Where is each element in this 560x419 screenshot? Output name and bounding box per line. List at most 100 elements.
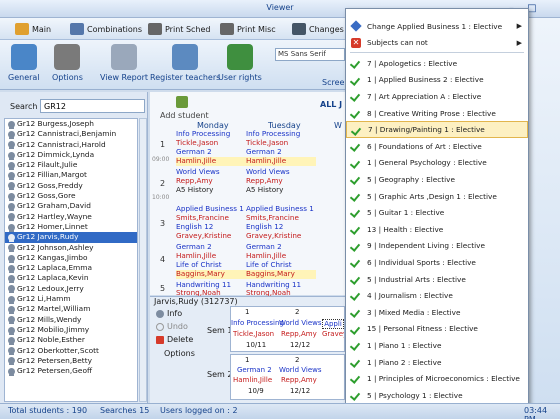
sem2-col: 1 [245,356,250,364]
tt-course[interactable]: Applied Business 1 [176,205,246,214]
menu-main[interactable]: Main [15,22,51,36]
alternative-course-item[interactable]: 6 | Individual Sports : Elective [346,254,528,271]
alternative-course-item[interactable]: 15 | Personal Fitness : Elective [346,321,528,338]
student-list-item[interactable]: Gr12 Cannistraci,Benjamin [5,129,137,139]
delete-icon [156,335,164,344]
student-list-item[interactable]: Gr12 Filault,Julie [5,160,137,170]
alternative-course-item[interactable]: 1 | Applied Business 2 : Elective [346,72,528,89]
student-list-item[interactable]: Gr12 Kangas,Jimbo [5,253,137,263]
alternative-course-item[interactable]: 5 | Psychology 1 : Elective [346,387,528,404]
alternative-course-item[interactable]: 7 | Art Appreciation A : Elective [346,88,528,105]
menu-changes[interactable]: Changes [292,22,344,36]
options-button[interactable]: Options [164,349,195,358]
subjects-can-not-menu-item[interactable]: ✕ Subjects can not ▶ [346,35,528,52]
check-icon [351,58,361,68]
check-icon [351,207,361,217]
student-list-item[interactable]: Gr12 Ledoux,Jerry [5,284,137,294]
ribbon-options-button[interactable]: Options [52,44,83,82]
sem2-col: 2 [295,356,300,364]
sem1-course[interactable]: World Views [279,319,322,327]
student-list-item[interactable]: Gr12 Dimmick,Lynda [5,150,137,160]
student-list-item[interactable]: Gr12 Li,Hamm [5,294,137,304]
tt-course[interactable]: Life of Christ [246,261,316,270]
search-input[interactable] [40,99,145,113]
student-list-item[interactable]: Gr12 Noble,Esther [5,335,137,345]
student-list-item[interactable]: Gr12 Hartley,Wayne [5,212,137,222]
tt-course[interactable]: English 12 [176,223,246,232]
student-list-item[interactable]: Gr12 Goss,Gore [5,191,137,201]
alternative-course-item[interactable]: 8 | Creative Writing Prose : Elective [346,105,528,122]
tt-course[interactable]: Info Processing [246,130,316,139]
course-option-label: 5 | Guitar 1 : Elective [367,208,445,218]
student-list-item[interactable]: Gr12 Johnson,Ashley [5,243,137,253]
student-list-item[interactable]: Gr12 Fillian,Margot [5,170,137,181]
tt-course[interactable]: A5 History [246,186,316,195]
student-list[interactable]: Gr12 Burgess,Joseph Gr12 Cannistraci,Benj… [4,118,138,402]
change-course-menu-item[interactable]: Change Applied Business 1 : Elective ▶ [346,18,528,35]
student-list-item[interactable]: Gr12 Mills,Wendy [5,315,137,325]
tt-course[interactable]: Info Processing [176,130,246,139]
alternative-course-item[interactable]: 7 | Apologetics : Elective [346,55,528,72]
alternative-course-item[interactable]: 5 | Industrial Arts : Elective [346,271,528,288]
tt-course[interactable]: German 2 [176,148,246,157]
alternative-course-item[interactable]: 1 | Principles of Microeconomics : Elect… [346,370,528,387]
menu-print-sched[interactable]: Print Sched [148,22,211,36]
alternative-course-item[interactable]: 13 | Health : Elective [346,221,528,238]
alternative-course-item[interactable]: 5 | Guitar 1 : Elective [346,204,528,221]
student-list-item[interactable]: Gr12 Homer,Linnet [5,222,137,232]
student-name: Gr12 Petersen,Geoff [17,366,93,376]
student-list-scrollbar[interactable] [139,118,147,402]
ribbon-register-teachers-button[interactable]: Register teachers [150,44,220,82]
alternative-course-item[interactable]: 1 | Piano 1 : Elective [346,337,528,354]
add-student-button[interactable]: Add student [160,111,209,120]
tt-course[interactable]: World Views [176,168,246,177]
sem2-course[interactable]: World Views [279,366,322,374]
student-list-item[interactable]: Gr12 Petersen,Betty [5,356,137,366]
tt-course[interactable]: Life of Christ [176,261,246,270]
student-list-item[interactable]: Gr12 Graham,David [5,201,137,212]
student-name: Gr12 Goss,Gore [17,191,76,201]
sem1-course[interactable]: Appli [322,319,344,329]
student-list-item[interactable]: Gr12 Petersen,Geoff [5,366,137,376]
ribbon-general-button[interactable]: General [8,44,40,82]
alternative-course-item[interactable]: 4 | Journalism : Elective [346,287,528,304]
tt-course[interactable]: A5 History [176,186,246,195]
student-list-item[interactable]: Gr12 Laplaca,Emma [5,263,137,273]
student-list-item[interactable]: Gr12 Burgess,Joseph [5,119,137,129]
alternative-course-item[interactable]: 1 | Piano 2 : Elective [346,354,528,371]
info-button[interactable]: Info [156,309,182,318]
tt-course[interactable]: English 12 [246,223,316,232]
alternative-course-item[interactable]: 7 | Drawing/Painting 1 : Elective [346,121,528,138]
sem2-course[interactable]: German 2 [237,366,272,374]
undo-button[interactable]: Undo [156,322,188,331]
day-header-tuesday: Tuesday [268,121,301,130]
student-list-item[interactable]: Gr12 Jarvis,Rudy [5,232,137,243]
student-list-item[interactable]: Gr12 Goss,Freddy [5,181,137,191]
tt-course[interactable]: Applied Business 1 [246,205,316,214]
sem1-course[interactable]: Info Processing [231,319,284,327]
alternative-course-item[interactable]: 9 | Independent Living : Elective [346,238,528,255]
tt-course[interactable]: German 2 [246,243,316,252]
student-list-item[interactable]: Gr12 Cannistraci,Harold [5,140,137,150]
student-list-item[interactable]: Gr12 Laplaca,Kevin [5,273,137,284]
tt-course[interactable]: German 2 [176,243,246,252]
alternative-course-item[interactable]: 1 | General Psychology : Elective [346,155,528,172]
tt-course[interactable]: German 2 [246,148,316,157]
student-list-item[interactable]: Gr12 Oberkotter,Scott [5,346,137,356]
person-icon [8,233,15,242]
delete-button[interactable]: Delete [156,335,193,344]
day-header-monday: Monday [197,121,229,130]
alternative-course-item[interactable]: 6 | Foundations of Art : Elective [346,138,528,155]
alternative-course-item[interactable]: 5 | Geography : Elective [346,171,528,188]
font-select[interactable]: MS Sans Serif [275,48,345,61]
tt-course[interactable]: World Views [246,168,316,177]
add-student-icon[interactable] [176,96,188,108]
alternative-course-item[interactable]: 3 | Mixed Media : Elective [346,304,528,321]
student-list-item[interactable]: Gr12 Mobilio,Jimmy [5,325,137,335]
menu-print-misc[interactable]: Print Misc [220,22,276,36]
alternative-course-item[interactable]: 5 | Graphic Arts ,Design 1 : Elective [346,188,528,205]
student-list-item[interactable]: Gr12 Martel,William [5,304,137,314]
menu-combinations[interactable]: Combinations [70,22,142,36]
ribbon-user-rights-button[interactable]: User rights [218,44,262,82]
ribbon-view-report-button[interactable]: View Report [100,44,148,82]
